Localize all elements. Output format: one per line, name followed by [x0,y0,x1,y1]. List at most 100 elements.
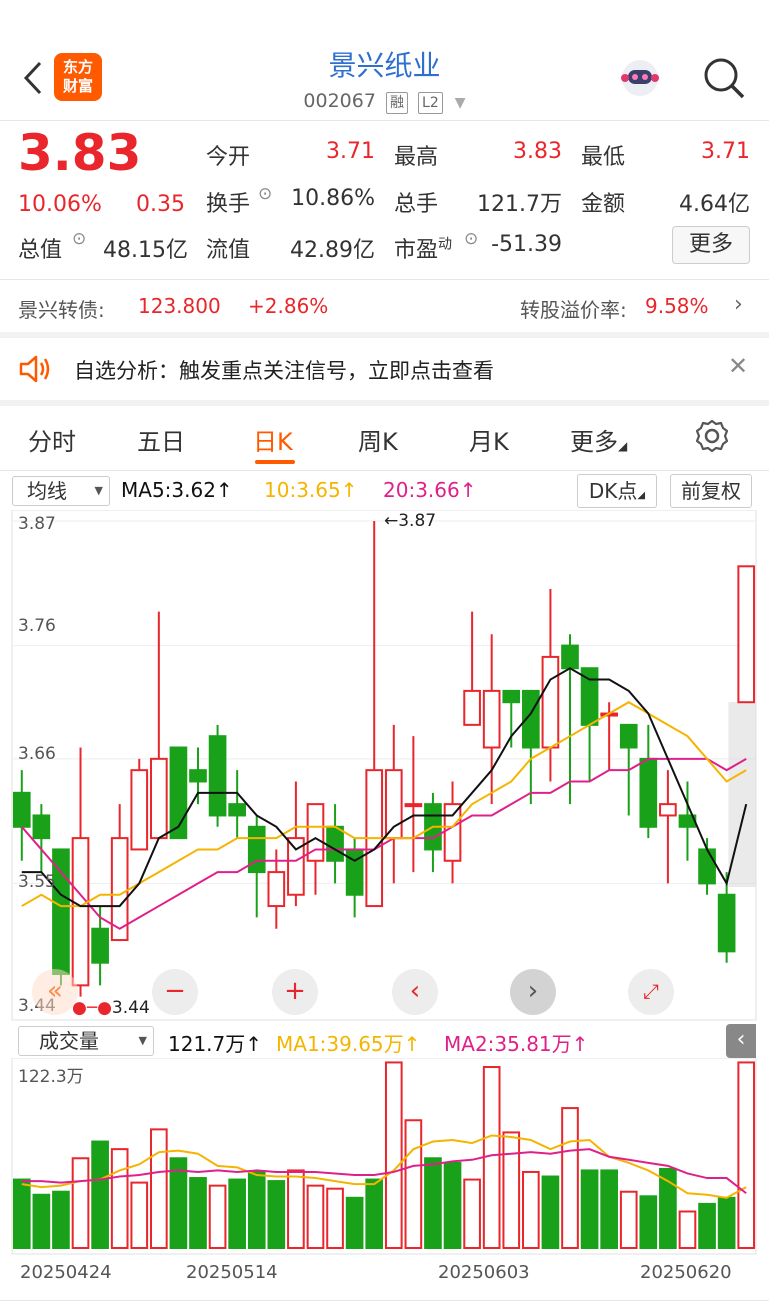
pe-superscript: 动 [438,236,453,253]
robot-assistant-icon[interactable] [617,54,663,100]
scroll-left-button[interactable]: ‹ [392,969,438,1015]
tab-five-day[interactable]: 五日 [137,422,185,457]
fullscreen-button[interactable]: ⤢ [628,969,674,1015]
volume-bar [443,1161,462,1249]
volume-max-label: 122.3万 [18,1067,84,1087]
info-icon[interactable]: ⊙ [464,229,478,249]
volume-bar [326,1187,344,1249]
volume-chart[interactable] [0,1057,769,1258]
high-price-marker: ←3.87 [384,511,437,531]
zoom-in-button[interactable]: + [272,969,318,1015]
candle-body [32,814,51,840]
volume-bar [717,1196,736,1249]
notice-bar[interactable]: 自选分析：触发重点关注信号，立即点击查看 ✕ [0,338,769,400]
candle-body [463,689,481,726]
candle-body [91,927,109,964]
info-icon[interactable]: ⊙ [258,184,272,204]
volume-bar [619,1190,638,1249]
volume-bar [150,1128,168,1249]
search-icon[interactable] [702,56,746,100]
rewind-button[interactable]: « [32,969,78,1015]
more-button[interactable]: 更多 [672,226,750,264]
divider [0,120,769,121]
candle-body [698,848,716,885]
volume-bar [32,1193,51,1249]
candle-body [502,689,521,704]
date-label: 20250424 [20,1262,112,1283]
volume-bar [639,1195,658,1250]
indicator-select[interactable]: 均线 ▼ [12,476,110,506]
change-percent: 10.06% [18,192,102,217]
volume-bar [561,1107,579,1249]
settings-gear-icon[interactable] [694,418,730,458]
dk-point-button[interactable]: DK点◢ [577,474,657,508]
dropdown-icon: ▼ [94,484,103,497]
level2-tag: L2 [418,92,443,114]
candle-body [561,644,579,670]
y-axis-label: 3.76 [18,616,56,636]
volume-bar [502,1131,521,1249]
volume-indicator-select[interactable]: 成交量 ▼ [18,1026,154,1056]
last-price: 3.83 [18,124,142,182]
candle-body [717,893,736,953]
volume-bar [463,1178,481,1249]
candle-body [541,655,560,749]
volume-bar [110,1148,129,1249]
candle-body [71,837,90,987]
ma20-value: 20:3.66↑ [383,478,477,502]
candle-body [345,848,364,896]
low-label: 最低 [581,145,626,170]
volume-bar [345,1196,364,1249]
turnover-value: 10.86% [291,186,375,211]
tab-intraday[interactable]: 分时 [28,422,76,457]
ma5-value: MA5:3.62↑ [121,478,233,502]
convertible-bond-row[interactable]: 景兴转债: 123.800 +2.86% 转股溢价率: 9.58% › [0,280,769,332]
volume-value: 121.7万 [477,192,562,217]
tab-more[interactable]: 更多◢ [570,422,627,457]
volume-bar [306,1184,325,1249]
volume-label: 总手 [394,192,439,217]
tab-weekly-k[interactable]: 周K [358,422,398,457]
chevron-right-icon: › [734,292,743,317]
scroll-right-button[interactable]: › [510,969,556,1015]
volume-bar [698,1202,716,1249]
candle-body [404,803,423,808]
volume-bar [228,1178,246,1249]
tab-monthly-k[interactable]: 月K [469,422,509,457]
volume-bar [522,1170,540,1249]
bond-change: +2.86% [248,294,329,318]
volume-bar [384,1061,403,1250]
notice-text: 自选分析：触发重点关注信号，立即点击查看 [74,359,494,383]
collapse-panel-button[interactable]: ‹ [726,1024,756,1058]
dropdown-icon: ▼ [454,95,466,111]
candle-body [130,769,149,851]
high-value: 3.83 [513,139,562,164]
adjust-price-button[interactable]: 前复权 [670,474,752,508]
candle-body [619,723,638,749]
margin-tag: 融 [385,92,408,114]
amount-label: 金额 [581,192,626,217]
candle-body [659,803,677,817]
close-icon[interactable]: ✕ [728,352,748,380]
zoom-out-button[interactable]: − [152,969,198,1015]
tab-daily-k[interactable]: 日K [253,422,293,457]
speaker-icon [18,354,52,388]
volume-bar [737,1061,756,1250]
candle-body [12,791,31,828]
info-icon[interactable]: ⊙ [72,229,86,249]
bond-price: 123.800 [138,294,221,318]
tab-more-label: 更多 [570,428,618,456]
ma10-value: 10:3.65↑ [264,478,358,502]
low-dot-icon: ●─● [72,998,112,1018]
volume-bar [189,1177,207,1249]
candle-body [326,825,344,862]
premium-value: 9.58% [645,294,709,318]
candle-body [169,746,188,840]
kline-svg [11,509,757,1021]
volume-bar [580,1169,599,1249]
low-value: 3.71 [701,139,750,164]
y-axis-label: 3.55 [18,872,56,892]
volume-value: 121.7万↑ [168,1032,263,1056]
vol-ma1-value: MA1:39.65万↑ [276,1032,421,1056]
kline-chart[interactable] [0,509,769,1022]
